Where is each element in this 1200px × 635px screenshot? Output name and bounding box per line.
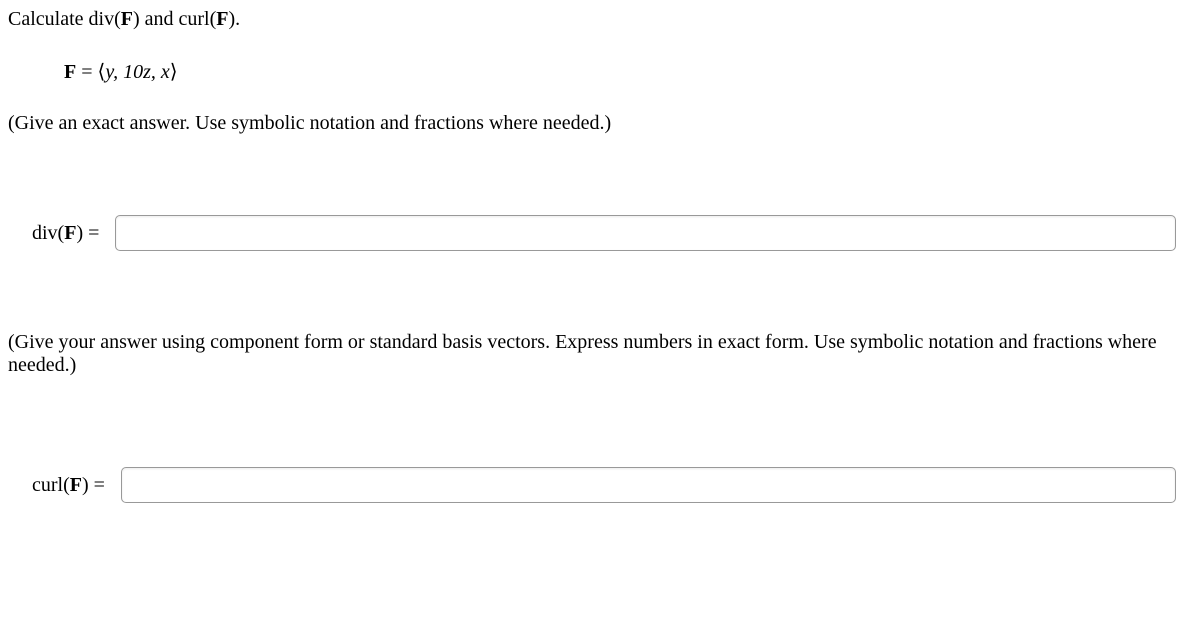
curl-input[interactable] <box>121 467 1176 503</box>
div-label-prefix: div( <box>32 222 64 244</box>
instruction-div: (Give an exact answer. Use symbolic nota… <box>8 112 1192 135</box>
equation-definition: F = ⟨y, 10z, x⟩ <box>64 59 1192 84</box>
prompt-text-1: Calculate div( <box>8 8 121 30</box>
curl-label-prefix: curl( <box>32 474 70 496</box>
curl-label-suffix: ) = <box>82 474 105 496</box>
div-label-bold: F <box>64 222 76 244</box>
div-input-row: div(F) = <box>8 215 1192 251</box>
prompt-bold-1: F <box>121 8 133 30</box>
equation-close-bracket: ⟩ <box>170 61 178 83</box>
equation-content: y, 10z, x <box>105 61 169 83</box>
instruction-curl: (Give your answer using component form o… <box>8 331 1192 377</box>
div-label: div(F) = <box>32 222 99 245</box>
question-prompt: Calculate div(F) and curl(F). <box>8 8 1192 31</box>
prompt-text-3: ). <box>228 8 240 30</box>
curl-label-bold: F <box>70 474 82 496</box>
curl-label: curl(F) = <box>32 474 105 497</box>
equation-lhs: F <box>64 61 76 83</box>
equation-equals: = <box>76 61 97 83</box>
prompt-text-2: ) and curl( <box>133 8 216 30</box>
curl-input-row: curl(F) = <box>8 467 1192 503</box>
div-label-suffix: ) = <box>76 222 99 244</box>
prompt-bold-2: F <box>216 8 228 30</box>
div-input[interactable] <box>115 215 1176 251</box>
